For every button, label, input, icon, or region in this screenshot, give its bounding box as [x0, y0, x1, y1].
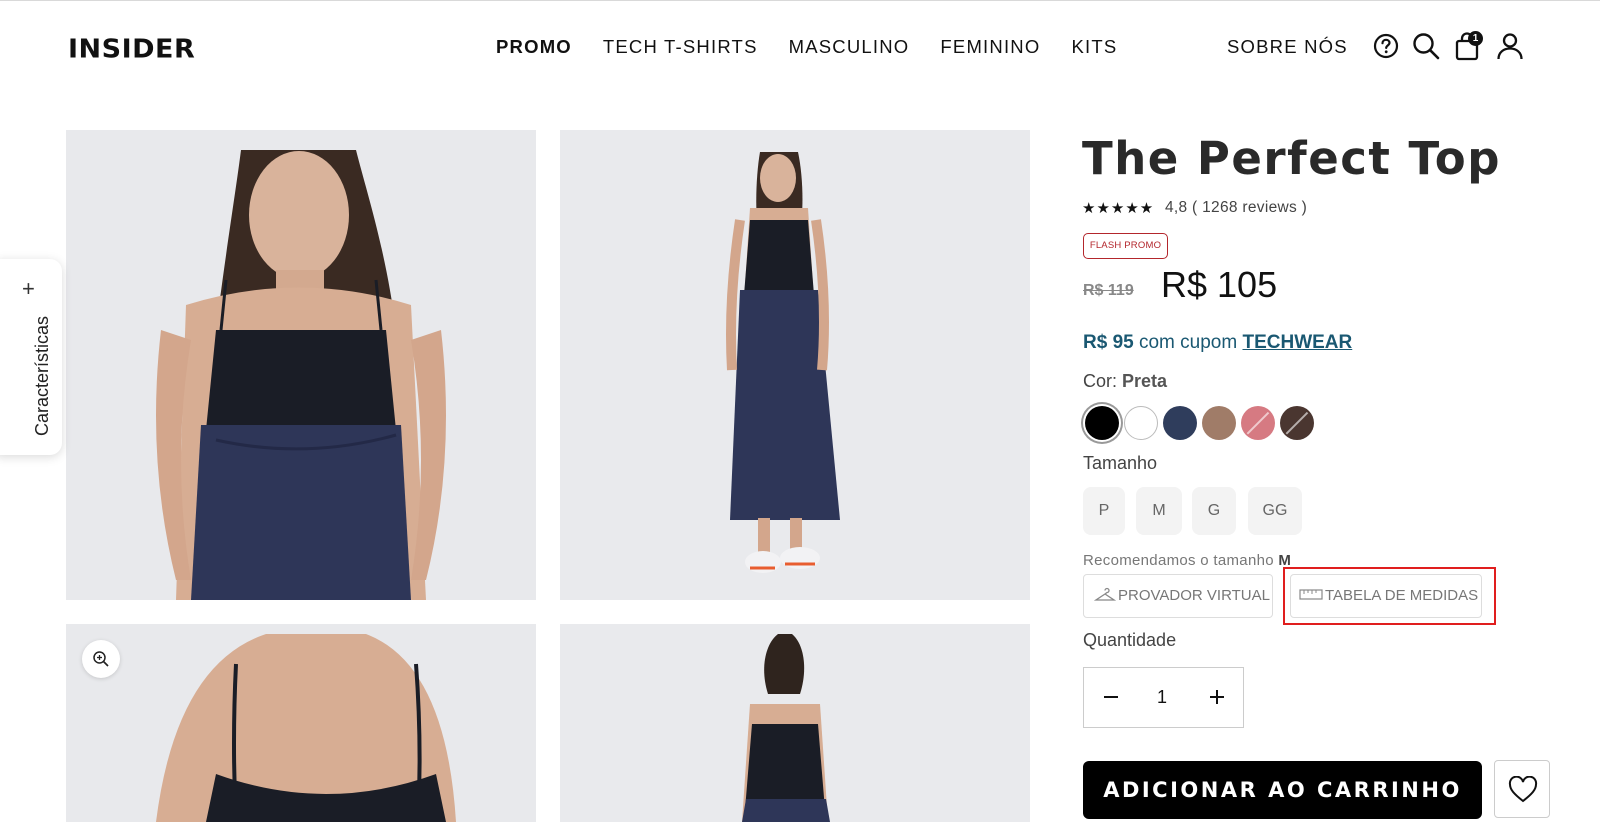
product-title: The Perfect Top — [1082, 132, 1501, 185]
quantity-increase-button[interactable] — [1204, 684, 1230, 710]
product-image-4[interactable] — [560, 624, 1030, 822]
size-label: Tamanho — [1083, 453, 1158, 473]
color-swatch-pink[interactable] — [1241, 406, 1275, 440]
flash-promo-badge: FLASH PROMO — [1083, 233, 1168, 259]
size-p[interactable]: P — [1083, 487, 1125, 535]
plus-icon: + — [22, 276, 35, 301]
search-icon[interactable] — [1410, 30, 1442, 62]
product-image-3[interactable] — [66, 624, 536, 822]
help-icon[interactable] — [1370, 30, 1402, 62]
coupon-line: R$ 95 com cupom TECHWEAR — [1083, 332, 1352, 354]
zoom-button[interactable] — [82, 640, 120, 678]
nav-promo[interactable]: PROMO — [496, 36, 572, 58]
current-price: R$ 105 — [1161, 264, 1278, 305]
product-image-2[interactable] — [560, 130, 1030, 600]
coupon-price: R$ 95 — [1083, 332, 1134, 353]
color-label: Cor: Preta — [1083, 371, 1168, 391]
color-swatch-black[interactable] — [1085, 406, 1119, 440]
quantity-label: Quantidade — [1083, 630, 1177, 650]
size-gg[interactable]: GG — [1248, 487, 1302, 535]
main-nav: PROMO TECH T-SHIRTS MASCULINO FEMININO K… — [496, 36, 1148, 58]
color-swatch-white[interactable] — [1124, 406, 1158, 440]
nav-kits[interactable]: KITS — [1071, 36, 1117, 58]
nav-sobre-nos[interactable]: SOBRE NÓS — [1227, 36, 1348, 58]
size-g[interactable]: G — [1192, 487, 1236, 535]
virtual-fitting-button[interactable]: PROVADOR VIRTUAL — [1083, 574, 1273, 618]
logo[interactable]: INSIDER — [68, 35, 195, 64]
zoom-icon — [93, 651, 109, 667]
old-price: R$ 119 — [1083, 282, 1134, 299]
rating-text[interactable]: 4,8 ( 1268 reviews ) — [1165, 199, 1307, 217]
selected-color: Preta — [1122, 371, 1168, 391]
minus-icon — [1104, 696, 1118, 698]
heart-icon — [1508, 776, 1538, 803]
product-image-1[interactable] — [66, 130, 536, 600]
nav-tech-tshirts[interactable]: TECH T-SHIRTS — [603, 36, 758, 58]
coupon-code-link[interactable]: TECHWEAR — [1242, 332, 1352, 353]
size-recommendation: Recomendamos o tamanho M — [1083, 552, 1292, 569]
top-border — [0, 0, 1600, 1]
add-to-cart-button[interactable]: ADICIONAR AO CARRINHO — [1083, 761, 1482, 819]
plus-icon — [1210, 690, 1224, 704]
cart-count-badge: 1 — [1468, 31, 1483, 46]
nav-masculino[interactable]: MASCULINO — [789, 36, 910, 58]
hanger-icon — [1094, 587, 1116, 601]
features-tab-label: Características — [32, 315, 52, 436]
color-swatch-dark-brown[interactable] — [1280, 406, 1314, 440]
color-swatch-brown[interactable] — [1202, 406, 1236, 440]
color-swatch-navy[interactable] — [1163, 406, 1197, 440]
size-m[interactable]: M — [1136, 487, 1182, 535]
quantity-value[interactable]: 1 — [1149, 687, 1175, 708]
nav-feminino[interactable]: FEMININO — [940, 36, 1040, 58]
rating-stars: ★★★★★ — [1082, 200, 1155, 217]
coupon-text: com cupom — [1133, 332, 1243, 353]
user-icon[interactable] — [1494, 30, 1526, 62]
wishlist-button[interactable] — [1494, 760, 1550, 818]
quantity-decrease-button[interactable] — [1098, 684, 1124, 710]
highlight-box — [1283, 567, 1496, 625]
